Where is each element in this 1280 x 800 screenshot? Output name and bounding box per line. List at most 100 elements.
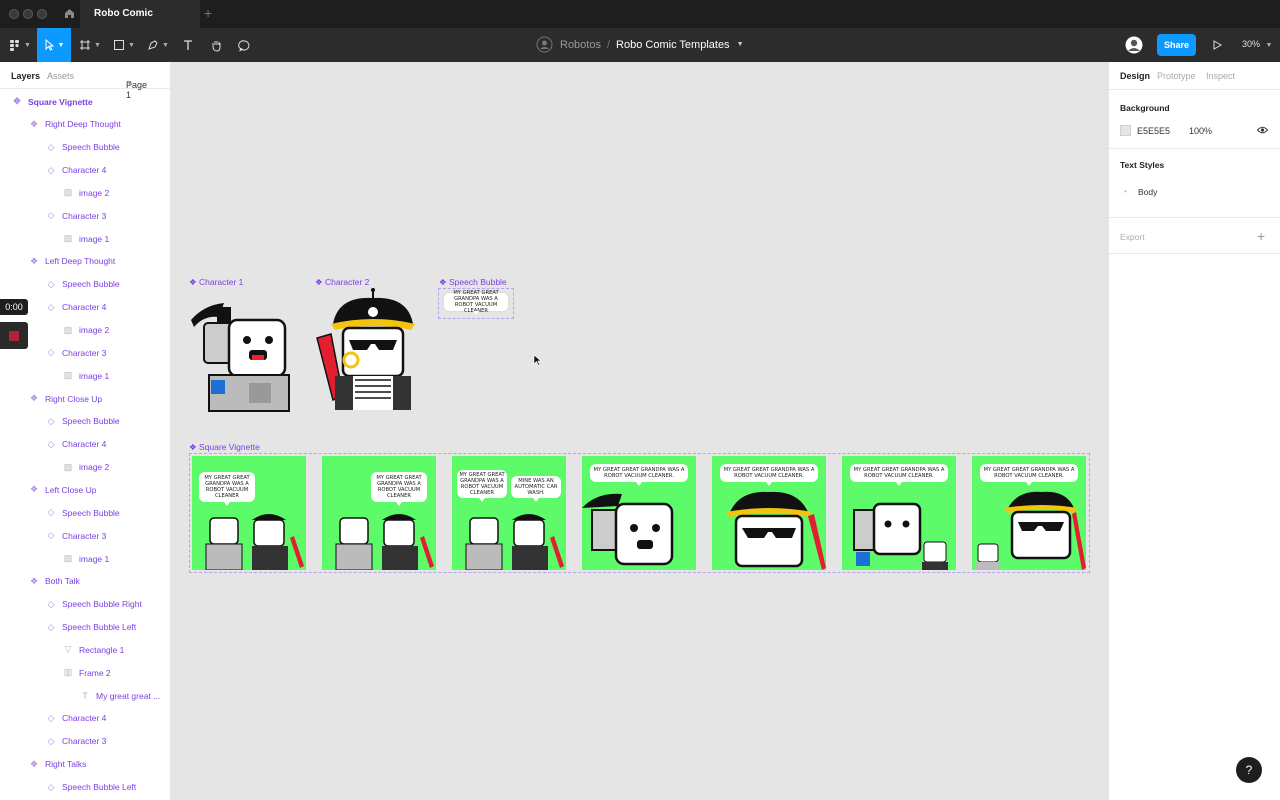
vignette-left-deep-thought[interactable]: MY GREAT GREAT GRANDPA WAS A ROBOT VACUU… [322,456,436,570]
background-opacity-input[interactable]: 100% [1189,126,1212,136]
layer-item[interactable]: ◇ Character 4 [45,707,107,730]
shape-tool[interactable]: ▼ [110,28,138,62]
stop-recording-button[interactable] [0,322,28,349]
layer-item[interactable]: ◇ Character 4 [45,296,107,319]
chevron-down-icon: ▼ [126,80,133,87]
text-style-body[interactable]: Body [1138,187,1157,197]
speech-bubble-component[interactable]: MY GREAT GREAT GRANDPA WAS A ROBOT VACUU… [438,288,514,319]
background-hex-input[interactable]: E5E5E5 [1137,126,1170,136]
user-avatar[interactable] [1125,36,1143,54]
tab-assets[interactable]: Assets [47,71,74,81]
layer-item[interactable]: ◇ Speech Bubble [45,273,120,296]
text-tool[interactable] [178,28,198,62]
layer-item[interactable]: ▥ Frame 2 [62,661,111,684]
speech-bubble: MY GREAT GREAT GRANDPA WAS A ROBOT VACUU… [980,464,1078,486]
layer-item[interactable]: ❖ Right Close Up [28,387,102,410]
layer-item[interactable]: ◇ Speech Bubble Right [45,593,142,616]
layer-item[interactable]: ◇ Character 3 [45,730,107,753]
layer-item[interactable]: ✥ Square Vignette [11,90,92,113]
frame-label-text: Character 1 [199,277,244,287]
layer-item[interactable]: ◇ Character 4 [45,159,107,182]
vignette-left-close-up[interactable]: MY GREAT GREAT GRANDPA WAS A ROBOT VACUU… [582,456,696,570]
layer-item[interactable]: ◇ Speech Bubble Left [45,776,137,799]
frame-label-square-vignette[interactable]: ❖ Square Vignette [189,442,260,453]
chevron-down-icon[interactable]: ▼ [737,41,744,48]
layer-item[interactable]: ❖ Left Deep Thought [28,250,115,273]
layer-item[interactable]: ▨ image 1 [62,364,110,387]
home-icon[interactable] [63,7,76,20]
layer-item[interactable]: ❖ Right Deep Thought [28,113,121,136]
background-color-swatch[interactable] [1120,125,1131,136]
character-1-robot[interactable] [189,295,294,413]
chevron-down-icon: ▼ [162,41,169,49]
vignette-both-talk[interactable]: MY GREAT GREAT GRANDPA WAS A ROBOT VACUU… [452,456,566,570]
text-icon: T [82,690,88,701]
file-name[interactable]: Robo Comic Templates [616,39,730,51]
layer-item[interactable]: ▨ image 2 [62,319,110,342]
pen-tool[interactable]: ▼ [144,28,172,62]
layer-item[interactable]: ◇ Speech Bubble [45,410,120,433]
frame-label-text: Character 2 [325,277,370,287]
instance-icon: ◇ [47,347,55,358]
minimize-window-button[interactable] [23,9,33,19]
layer-item[interactable]: ❖ Left Close Up [28,478,97,501]
layer-item[interactable]: T My great great ... [79,684,160,707]
zoom-window-button[interactable] [37,9,47,19]
layer-item[interactable]: ◇ Character 3 [45,524,107,547]
character-2-pirate-robot[interactable] [313,288,425,412]
tab-design[interactable]: Design [1120,71,1150,81]
instance-icon: ◇ [47,278,55,289]
share-button[interactable]: Share [1157,34,1196,56]
add-export-button[interactable]: + [1257,228,1265,244]
layer-label: Character 3 [62,210,107,221]
layer-label: Character 4 [62,302,107,313]
layer-item[interactable]: ◇ Speech Bubble [45,501,120,524]
help-button[interactable]: ? [1236,757,1262,783]
hand-tool[interactable] [206,28,226,62]
instance-icon: ◇ [47,530,55,541]
layer-item[interactable]: ▨ image 1 [62,227,110,250]
tab-prototype[interactable]: Prototype [1157,71,1196,81]
canvas[interactable]: ❖ Character 1 ❖ Character 2 ❖ Speech Bub… [171,62,1108,800]
team-avatar-icon[interactable] [536,36,553,53]
layer-item[interactable]: ◇ Character 3 [45,341,107,364]
component-icon: ❖ [189,277,197,287]
close-window-button[interactable] [9,9,19,19]
vignette-right-deep-thought[interactable]: MY GREAT GREAT GRANDPA WAS A ROBOT VACUU… [192,456,306,570]
vignette-right-talks[interactable]: MY GREAT GREAT GRANDPA WAS A ROBOT VACUU… [842,456,956,570]
layer-label: Character 4 [62,439,107,450]
zoom-level[interactable]: 30% ▼ [1242,39,1272,49]
layer-item[interactable]: ◇ Character 3 [45,204,107,227]
frame-label-speech-bubble[interactable]: ❖ Speech Bubble [439,277,507,288]
eye-icon[interactable] [1257,126,1268,134]
comment-tool[interactable] [234,28,254,62]
layer-item[interactable]: ◇ Speech Bubble Left [45,616,137,639]
layer-item[interactable]: ▨ image 2 [62,181,110,204]
file-tab[interactable]: Robo Comic Templates [80,0,200,47]
tab-layers[interactable]: Layers [11,71,40,81]
layer-item[interactable]: ◇ Character 4 [45,433,107,456]
vignette-right-close-up[interactable]: MY GREAT GREAT GRANDPA WAS A ROBOT VACUU… [712,456,826,570]
layer-item[interactable]: ▽ Rectangle 1 [62,638,125,661]
team-name[interactable]: Robotos [560,39,601,51]
vignette-left-talks[interactable]: MY GREAT GREAT GRANDPA WAS A ROBOT VACUU… [972,456,1086,570]
layer-item[interactable]: ◇ Speech Bubble [45,136,120,159]
layer-label: Right Close Up [45,393,103,404]
new-tab-button[interactable]: + [204,5,212,21]
move-tool[interactable]: ▼ [37,28,71,62]
zoom-value: 30% [1242,39,1261,49]
layer-label: image 2 [79,462,110,473]
main-menu-button[interactable]: ▼ [6,28,34,62]
layer-item[interactable]: ❖ Both Talk [28,570,80,593]
frame-label-character-2[interactable]: ❖ Character 2 [315,277,369,288]
frame-tool[interactable]: ▼ [76,28,104,62]
chevron-down-icon: ▼ [128,41,135,49]
layer-item[interactable]: ❖ Right Talks [28,753,86,776]
speech-bubble-right: MINE WAS AN AUTOMATIC CAR WASH. [511,476,561,502]
layer-item[interactable]: ▨ image 1 [62,547,110,570]
layer-label: Speech Bubble Right [62,599,142,610]
layer-item[interactable]: ▨ image 2 [62,456,110,479]
tab-inspect[interactable]: Inspect [1206,71,1235,81]
present-play-icon[interactable] [1212,40,1222,50]
frame-label-character-1[interactable]: ❖ Character 1 [189,277,243,288]
